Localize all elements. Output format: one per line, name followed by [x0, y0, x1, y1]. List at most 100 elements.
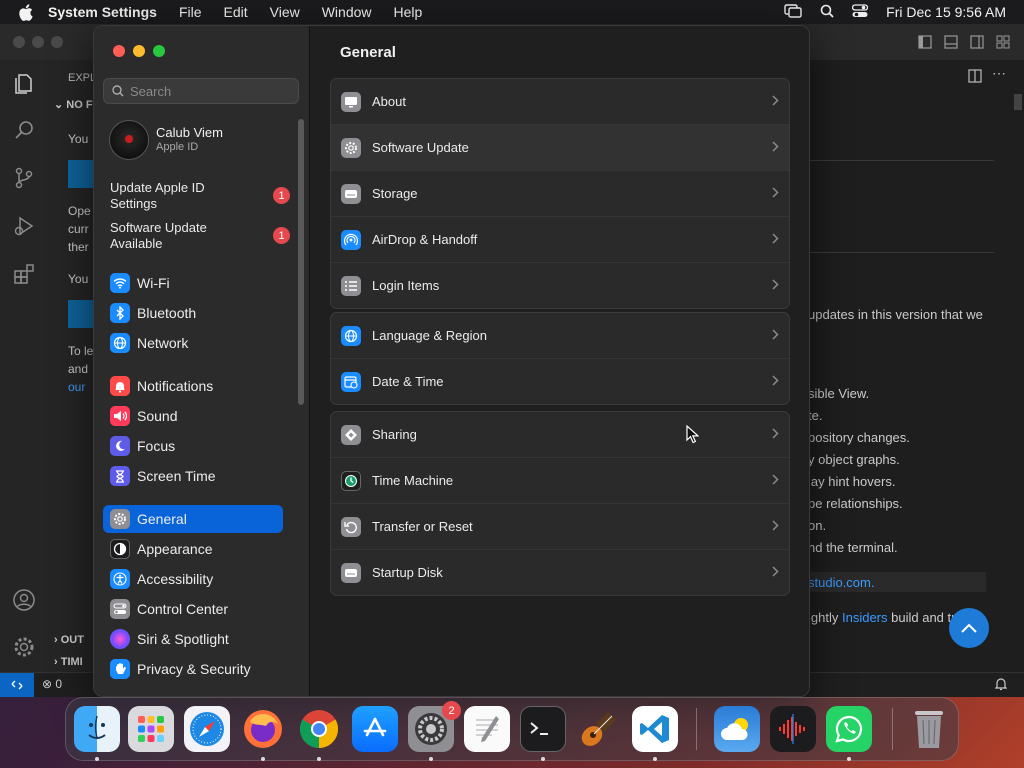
menu-view[interactable]: View [270, 4, 300, 20]
sidebar-item-network[interactable]: Network [103, 329, 283, 357]
chevron-right-icon [772, 374, 779, 389]
row-startup-disk[interactable]: Startup Disk [331, 549, 789, 595]
timeline-section-header[interactable]: › TIMI [54, 656, 83, 668]
vscode-zoom-button[interactable] [51, 36, 63, 48]
explorer-icon[interactable] [12, 72, 36, 96]
settings-search-field[interactable] [103, 78, 299, 104]
sidebar-scrollbar[interactable] [298, 119, 304, 405]
software-update-gear-icon [341, 137, 361, 158]
account-icon[interactable] [12, 588, 36, 612]
gear-icon [110, 509, 130, 529]
window-close-button[interactable] [113, 45, 125, 57]
sidebar-item-label: Wi-Fi [137, 275, 170, 291]
chevron-right-icon [772, 94, 779, 109]
extensions-icon[interactable] [12, 262, 36, 286]
editor-scrollbar[interactable] [1014, 94, 1022, 110]
sidebar-item-appearance[interactable]: Appearance [103, 535, 283, 563]
dock-firefox[interactable] [240, 706, 286, 752]
dock-trash[interactable] [906, 706, 952, 752]
search-input[interactable] [128, 82, 292, 100]
notice-label: Update Apple ID Settings [110, 180, 205, 211]
window-zoom-button[interactable] [153, 45, 165, 57]
clone-repository-button[interactable] [68, 300, 96, 328]
manage-gear-icon[interactable] [12, 635, 36, 659]
row-about[interactable]: About [331, 79, 789, 124]
scroll-to-top-button[interactable] [949, 608, 989, 648]
remote-indicator-icon[interactable] [0, 673, 34, 697]
insiders-link[interactable]: Insiders [842, 610, 888, 625]
release-note-line: on. [808, 518, 827, 533]
vscode-close-button[interactable] [13, 36, 25, 48]
notifications-bell-icon[interactable] [994, 677, 1008, 694]
menu-app-name[interactable]: System Settings [48, 4, 157, 20]
dock-launchpad[interactable] [128, 706, 174, 752]
menu-edit[interactable]: Edit [224, 4, 248, 20]
apple-id-account[interactable]: Calub Viem Apple ID [109, 120, 299, 160]
window-minimize-button[interactable] [133, 45, 145, 57]
running-indicator [95, 757, 99, 761]
time-machine-icon [341, 470, 361, 491]
dock-app-store[interactable] [352, 706, 398, 752]
sidebar-item-siri-spotlight[interactable]: Siri & Spotlight [103, 625, 283, 653]
dock-chrome[interactable] [296, 706, 342, 752]
row-transfer-reset[interactable]: Transfer or Reset [331, 503, 789, 549]
row-time-machine[interactable]: Time Machine [331, 457, 789, 503]
row-airdrop-handoff[interactable]: AirDrop & Handoff [331, 216, 789, 262]
sidebar-item-general[interactable]: General [103, 505, 283, 533]
dock-voice-memos[interactable] [770, 706, 816, 752]
sidebar-item-privacy-security[interactable]: Privacy & Security [103, 655, 283, 683]
vscode-minimize-button[interactable] [32, 36, 44, 48]
sidebar-item-screen-time[interactable]: Screen Time [103, 462, 283, 490]
dock-garageband[interactable] [576, 706, 622, 752]
explorer-docs-link[interactable]: our [68, 380, 85, 394]
dock-terminal[interactable] [520, 706, 566, 752]
row-login-items[interactable]: Login Items [331, 262, 789, 308]
spotlight-search-icon[interactable] [820, 4, 834, 21]
menubar-clock[interactable]: Fri Dec 15 9:56 AM [886, 4, 1006, 20]
more-actions-icon[interactable]: ⋯ [992, 65, 1006, 82]
sidebar-item-wifi[interactable]: Wi-Fi [103, 269, 283, 297]
update-apple-id-notice[interactable]: Update Apple ID Settings 1 [110, 180, 290, 214]
outline-section-header[interactable]: › OUT [54, 634, 84, 646]
sidebar-item-bluetooth[interactable]: Bluetooth [103, 299, 283, 327]
sidebar-item-sound[interactable]: Sound [103, 402, 283, 430]
row-sharing[interactable]: Sharing [331, 412, 789, 457]
sidebar-item-notifications[interactable]: Notifications [103, 372, 283, 400]
dock-finder[interactable] [74, 706, 120, 752]
software-update-notice[interactable]: Software Update Available 1 [110, 220, 290, 254]
menu-help[interactable]: Help [394, 4, 423, 20]
explorer-section-header[interactable]: ⌄ NO F [54, 98, 93, 111]
menu-window[interactable]: Window [322, 4, 372, 20]
dock-notification-badge: 2 [442, 701, 461, 720]
sidebar-item-accessibility[interactable]: Accessibility [103, 565, 283, 593]
row-storage[interactable]: Storage [331, 170, 789, 216]
running-indicator [317, 757, 321, 761]
toggle-panel-icon[interactable] [944, 35, 958, 54]
appearance-icon [110, 539, 130, 559]
apple-menu-icon[interactable] [18, 0, 34, 24]
dock-safari[interactable] [184, 706, 230, 752]
split-editor-icon[interactable] [968, 69, 982, 86]
menu-file[interactable]: File [179, 4, 202, 20]
run-debug-icon[interactable] [12, 214, 36, 238]
dock-whatsapp[interactable] [826, 706, 872, 752]
row-software-update[interactable]: Software Update [331, 124, 789, 170]
search-icon[interactable] [12, 118, 36, 142]
screen-mirroring-icon[interactable] [784, 3, 802, 21]
dock-weather[interactable] [714, 706, 760, 752]
dock-textedit[interactable] [464, 706, 510, 752]
row-date-time[interactable]: Date & Time [331, 358, 789, 404]
row-language-region[interactable]: Language & Region [331, 313, 789, 358]
sidebar-item-label: Privacy & Security [137, 661, 251, 677]
sidebar-item-control-center[interactable]: Control Center [103, 595, 283, 623]
release-note-link-line: studio.com. [808, 575, 875, 590]
toggle-primary-sidebar-icon[interactable] [918, 35, 932, 54]
customize-layout-icon[interactable] [996, 35, 1010, 54]
control-center-icon[interactable] [852, 3, 869, 21]
dock-vscode[interactable] [632, 706, 678, 752]
sidebar-item-focus[interactable]: Focus [103, 432, 283, 460]
source-control-icon[interactable] [12, 166, 36, 190]
toggle-secondary-sidebar-icon[interactable] [970, 35, 984, 54]
problems-status[interactable]: ⊗ 0 [42, 677, 62, 691]
open-folder-button[interactable] [68, 160, 96, 188]
